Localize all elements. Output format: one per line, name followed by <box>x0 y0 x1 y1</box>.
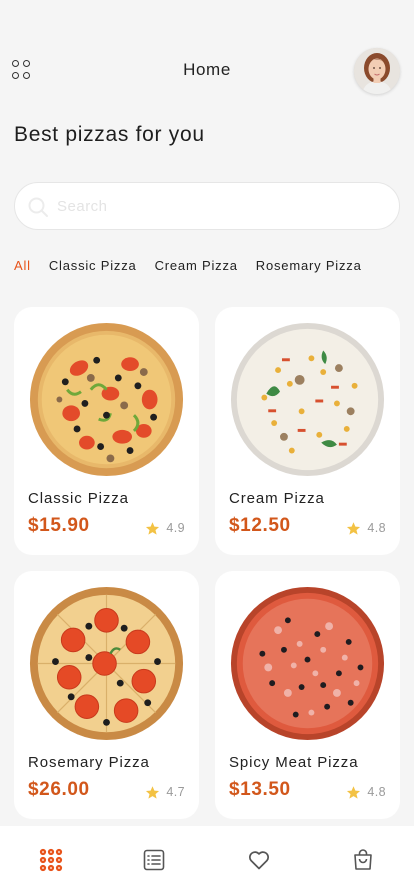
shopping-bag-icon[interactable] <box>351 848 375 872</box>
page-headline: Best pizzas for you <box>14 123 205 146</box>
search-icon <box>28 197 48 217</box>
product-card[interactable]: Rosemary Pizza $26.00 4.7 <box>14 571 199 819</box>
product-price: $12.50 <box>229 515 291 536</box>
product-name: Rosemary Pizza <box>28 754 150 771</box>
heart-icon[interactable] <box>247 848 271 872</box>
product-rating: 4.8 <box>346 520 386 536</box>
product-name: Spicy Meat Pizza <box>229 754 359 771</box>
category-tab-all[interactable]: All <box>14 258 31 276</box>
rating-value: 4.9 <box>166 521 185 535</box>
star-icon <box>146 521 160 535</box>
search-bar[interactable] <box>14 182 400 230</box>
rosemary-pizza-image <box>29 586 184 741</box>
app-header: Home <box>0 44 414 96</box>
grid-dots-icon[interactable] <box>39 848 63 872</box>
rating-value: 4.8 <box>367 785 386 799</box>
product-price: $13.50 <box>229 779 291 800</box>
user-avatar[interactable] <box>354 48 400 94</box>
product-rating: 4.9 <box>145 520 185 536</box>
product-rating: 4.7 <box>145 784 185 800</box>
page-title: Home <box>183 60 231 79</box>
bottom-navigation <box>0 826 414 896</box>
star-icon <box>347 521 361 535</box>
cream-pizza-image <box>230 322 385 477</box>
rating-value: 4.7 <box>166 785 185 799</box>
product-price: $15.90 <box>28 515 90 536</box>
category-tabs: All Classic Pizza Cream Pizza Rosemary P… <box>14 258 380 276</box>
product-price: $26.00 <box>28 779 90 800</box>
product-card[interactable]: Spicy Meat Pizza $13.50 4.8 <box>215 571 400 819</box>
product-card[interactable]: Classic Pizza $15.90 4.9 <box>14 307 199 555</box>
star-icon <box>347 785 361 799</box>
product-rating: 4.8 <box>346 784 386 800</box>
spicy-meat-pizza-image <box>230 586 385 741</box>
category-tab-rosemary-pizza[interactable]: Rosemary Pizza <box>256 258 362 276</box>
list-icon[interactable] <box>142 848 166 872</box>
product-card[interactable]: Cream Pizza $12.50 4.8 <box>215 307 400 555</box>
product-name: Classic Pizza <box>28 490 129 507</box>
search-input[interactable] <box>57 183 377 229</box>
category-tab-cream-pizza[interactable]: Cream Pizza <box>155 258 238 276</box>
classic-pizza-image <box>29 322 184 477</box>
product-name: Cream Pizza <box>229 490 325 507</box>
category-tab-classic-pizza[interactable]: Classic Pizza <box>49 258 137 276</box>
rating-value: 4.8 <box>367 521 386 535</box>
star-icon <box>146 785 160 799</box>
